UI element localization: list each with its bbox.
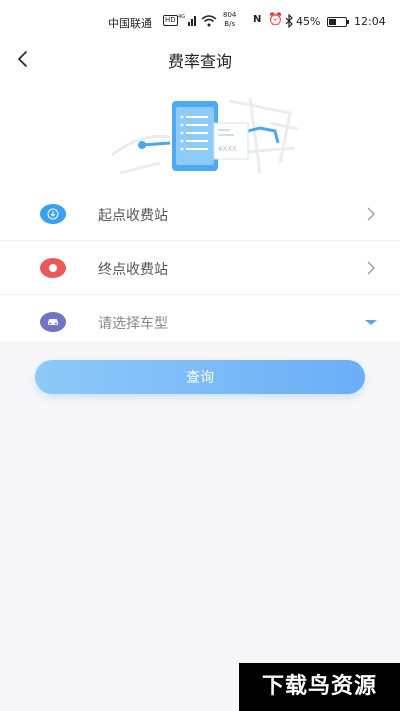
car-icon [40,312,66,332]
car-glyph [48,319,58,325]
route-line-left [141,141,171,147]
receipt-card [213,122,249,160]
signal-icon: 4G [178,14,196,26]
start-station-row[interactable]: 起点收费站 [0,187,400,241]
watermark-logo: 下载鸟资源 [239,663,400,711]
hd-badge: HD [163,15,178,26]
chevron-right-icon [367,261,375,275]
battery-icon [327,17,349,27]
carrier-name: 中国联通 [108,17,152,30]
end-station-row[interactable]: 终点收费站 [0,241,400,295]
route-start-dot [138,141,146,149]
end-point-icon [40,258,66,278]
battery-percentage: 45% [296,15,321,28]
clock-time: 12:04 [354,15,386,28]
start-station-label: 起点收费站 [98,208,168,224]
network-type-label: 4G [178,14,185,20]
wifi-icon [201,15,217,27]
bluetooth-icon [285,14,293,28]
status-bar: 中国联通 HD 4G 804 B/s N ⏰ 45% 12:04 [0,0,400,44]
vehicle-type-placeholder: 请选择车型 [98,316,168,332]
network-speed-value: 804 [223,11,237,19]
vehicle-type-select[interactable]: 请选择车型 [0,295,400,349]
end-point-glyph [49,264,57,272]
receipt-amount: ¥XXX [218,145,237,153]
page-title: 费率查询 [167,52,232,71]
toll-receipt-illustration: ¥XXX [111,97,299,175]
battery-level-fill [329,19,337,25]
end-station-label: 终点收费站 [98,262,168,278]
network-speed-unit: B/s [224,20,236,28]
nfc-icon: N [253,14,262,25]
query-button[interactable]: 查询 [35,360,365,394]
chevron-right-icon [367,207,375,221]
alarm-icon: ⏰ [268,12,283,26]
toll-query-form: 起点收费站 终点收费站 请选择车型 [0,187,400,349]
arrow-down-glyph [47,208,59,220]
arrow-down-circle-icon [40,204,66,224]
network-speed: 804 B/s [223,11,236,29]
dropdown-triangle-icon [365,320,377,325]
